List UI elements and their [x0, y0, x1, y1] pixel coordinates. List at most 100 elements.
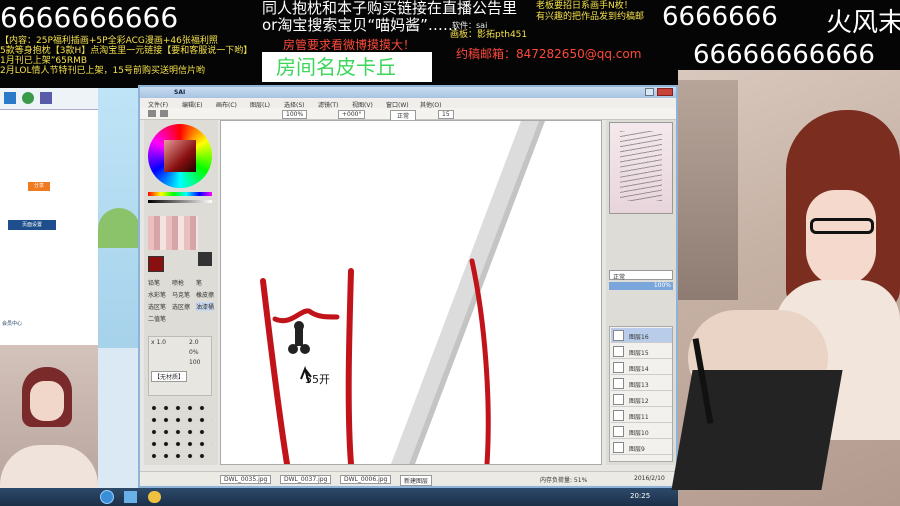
- tool-eraser[interactable]: 橡皮擦: [196, 290, 214, 299]
- page-settings-tab[interactable]: 页面设置: [8, 220, 56, 230]
- member-link[interactable]: 会员中心: [2, 320, 22, 327]
- layer-name: 图层16: [629, 334, 649, 341]
- taskbar: 20:25: [0, 488, 680, 506]
- tool-bucket[interactable]: 油漆桶: [196, 302, 215, 311]
- gray-stroke-wide: [391, 121, 539, 464]
- brush-size-mult[interactable]: x 1.0: [151, 339, 166, 346]
- layer-name: 图层10: [629, 430, 649, 437]
- sai-titlebar: SAI: [140, 87, 676, 98]
- tool-pen[interactable]: 笔: [196, 278, 202, 287]
- announcement-list: 【内容：25P福利插画+5P全彩ACG漫画+46张福利照 5款等身抱枕【3款H】…: [0, 36, 262, 76]
- preview-sketch: [620, 131, 662, 201]
- layer-thumbnail: [613, 442, 624, 453]
- navigator-preview[interactable]: [609, 122, 673, 214]
- layer-thumbnail: [613, 394, 624, 405]
- notice-text: 房管要求看微博摸摸大！: [283, 38, 416, 52]
- black-blob-mid: [295, 328, 303, 346]
- recruit-line-1: 老板要招日系画手N枚！: [536, 1, 633, 11]
- layer-row[interactable]: 图层16: [611, 328, 672, 343]
- layer-list: 图层16 图层15 图层14 图层13 图层12 图层11 图层10 图层9: [609, 326, 673, 462]
- color-wheel[interactable]: [148, 124, 212, 188]
- doc-tab[interactable]: 新建图层: [400, 475, 433, 486]
- memory-status: 内存负荷量: 51%: [540, 477, 588, 484]
- swatch-grid[interactable]: [148, 216, 198, 250]
- doc-tab[interactable]: DWL_0037.jpg: [280, 475, 332, 484]
- app-icon[interactable]: [40, 92, 52, 104]
- tool-select-pen[interactable]: 选区笔: [148, 302, 166, 311]
- brush-size-value[interactable]: 2.0: [189, 339, 199, 346]
- angle-field[interactable]: +000°: [338, 110, 366, 119]
- sai-window: SAI 文件(F) 编辑(E) 画布(C) 图层(L) 选择(S) 滤镜(T) …: [138, 85, 678, 488]
- doc-tab[interactable]: DWL_0035.jpg: [220, 475, 272, 484]
- app-icon[interactable]: [22, 92, 34, 104]
- layer-name: 图层12: [629, 398, 649, 405]
- drawing-canvas[interactable]: 55开: [220, 120, 602, 467]
- layer-mode-box: 正常: [609, 270, 673, 281]
- sai-title: SAI: [174, 89, 186, 96]
- tool-pencil[interactable]: 铅笔: [148, 278, 160, 287]
- start-button[interactable]: [100, 490, 114, 504]
- layer-row[interactable]: 图层11: [611, 408, 672, 423]
- layer-thumbnail: [613, 346, 624, 357]
- primary-color[interactable]: [148, 256, 164, 272]
- tool-watercolor[interactable]: 水彩笔: [148, 290, 166, 299]
- layer-thumbnail: [613, 330, 624, 341]
- color-square[interactable]: [164, 140, 196, 172]
- announcement-line: 5款等身抱枕【3款H】点淘宝里一元链接【要和客服说一下哟】: [0, 46, 253, 56]
- min-size-value[interactable]: 0%: [189, 349, 199, 356]
- black-blob-right: [300, 344, 310, 354]
- brush-size-grid[interactable]: [148, 402, 212, 462]
- layer-row[interactable]: 图层10: [611, 424, 672, 439]
- opacity-bar[interactable]: 100%: [609, 282, 673, 290]
- layer-row[interactable]: 图层13: [611, 376, 672, 391]
- center-line-1: 同人抱枕和本子购买链接在直播公告里: [262, 0, 518, 17]
- danmaku-right-a: 6666666: [662, 2, 778, 32]
- select-icon[interactable]: [148, 110, 156, 117]
- tool-airbrush[interactable]: 喷枪: [172, 278, 184, 287]
- browser-page: 分享 页面设置 会员中心: [0, 110, 98, 350]
- layer-row[interactable]: 图层12: [611, 392, 672, 407]
- tool-panel: 铅笔 喷枪 笔 水彩笔 马克笔 橡皮擦 选区笔 选区擦 油漆桶 二值笔 x 1.…: [144, 120, 218, 465]
- minimize-icon[interactable]: [645, 88, 654, 96]
- tool-binary-pen[interactable]: 二值笔: [148, 314, 166, 323]
- tool-select-eraser[interactable]: 选区擦: [172, 302, 190, 311]
- doc-tab[interactable]: DWL_0006.jpg: [340, 475, 392, 484]
- hue-slider[interactable]: [148, 192, 212, 196]
- layer-mode[interactable]: 正常: [613, 272, 625, 281]
- announcement-line: 2月LOL情人节特刊已上架，15号前购买送明信片哟: [0, 66, 205, 76]
- close-icon[interactable]: [657, 88, 673, 96]
- webcam-pip: [0, 345, 98, 506]
- webcam-feed: [671, 70, 900, 506]
- zoom-field[interactable]: 100%: [282, 110, 308, 119]
- layer-panel: 正常 100% 图层16 图层15 图层14 图层13 图层12 图层11 图层…: [606, 120, 676, 465]
- canvas-drawing: [260, 121, 545, 467]
- deselect-icon[interactable]: [160, 110, 168, 117]
- stabilizer-field[interactable]: 15: [438, 110, 454, 119]
- layer-name: 图层15: [629, 350, 649, 357]
- tablet-label: 画板：影拓pth451: [450, 30, 528, 40]
- drawing-tablet: [671, 370, 843, 490]
- red-line-left: [260, 278, 290, 467]
- value-slider[interactable]: [148, 200, 212, 203]
- tool-marker[interactable]: 马克笔: [172, 290, 190, 299]
- brush-settings: x 1.0 2.0 0% 100 【无材质】: [148, 336, 212, 396]
- density-value[interactable]: 100: [189, 359, 200, 366]
- sai-statusbar: DWL_0035.jpg DWL_0037.jpg DWL_0006.jpg 新…: [140, 471, 676, 486]
- center-line-2: or淘宝搜索宝贝“喵妈酱”……: [262, 16, 458, 34]
- canvas-annotation: 55开: [305, 373, 330, 386]
- texture-select[interactable]: 【无材质】: [151, 371, 188, 382]
- share-button[interactable]: 分享: [28, 182, 50, 191]
- browser-toolbar: [0, 88, 98, 110]
- app-icon[interactable]: [4, 92, 16, 104]
- layer-row[interactable]: 图层15: [611, 344, 672, 359]
- secondary-color[interactable]: [198, 252, 212, 266]
- layer-name: 图层14: [629, 366, 649, 373]
- qq-icon[interactable]: [148, 491, 161, 503]
- room-name: 房间名皮卡丘: [276, 55, 396, 79]
- streamer-face: [806, 190, 876, 286]
- status-date: 2016/2/10: [634, 475, 665, 482]
- layer-row[interactable]: 图层9: [611, 440, 672, 455]
- layer-row[interactable]: 图层14: [611, 360, 672, 375]
- ie-icon[interactable]: [124, 491, 137, 503]
- layer-name: 图层11: [629, 414, 649, 421]
